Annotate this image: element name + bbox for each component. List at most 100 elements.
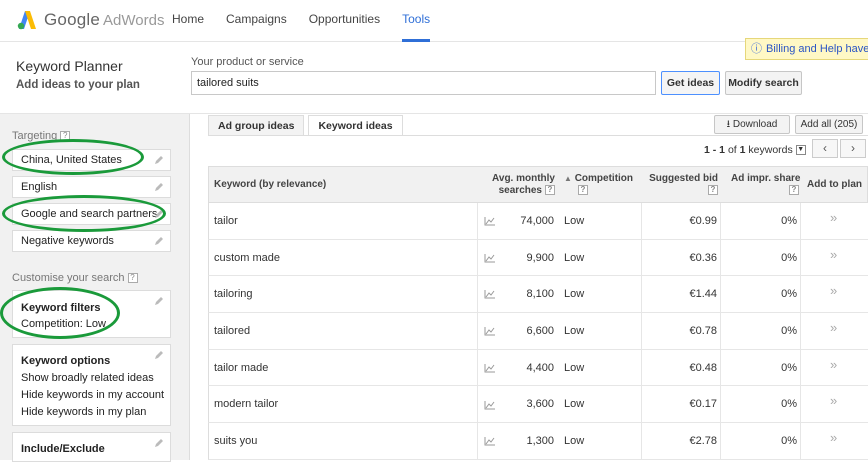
add-to-plan-icon[interactable]: » bbox=[830, 240, 837, 276]
pencil-icon[interactable] bbox=[154, 182, 164, 192]
col-competition[interactable]: ▲ Competition ? bbox=[564, 173, 633, 197]
table-row[interactable]: tailored 6,600 Low €0.78 0% » bbox=[208, 313, 868, 350]
adwords-logo[interactable]: Google AdWords bbox=[16, 8, 164, 32]
add-to-plan-icon[interactable]: » bbox=[830, 276, 837, 312]
modify-search-button[interactable]: Modify search bbox=[725, 71, 802, 95]
help-icon[interactable]: ? bbox=[708, 185, 718, 196]
page-subtitle: Add ideas to your plan bbox=[16, 79, 140, 91]
add-to-plan-icon[interactable]: » bbox=[830, 313, 837, 349]
trend-chart-icon[interactable] bbox=[484, 240, 498, 276]
targeting-language[interactable]: English bbox=[12, 176, 171, 198]
nav-tools[interactable]: Tools bbox=[402, 0, 431, 42]
bid-cell: €0.99 bbox=[689, 215, 717, 227]
column-divider bbox=[641, 203, 642, 460]
col-share-label: Ad impr. share bbox=[731, 173, 801, 184]
table-row[interactable]: tailor made 4,400 Low €0.48 0% » bbox=[208, 349, 868, 387]
get-ideas-button[interactable]: Get ideas bbox=[661, 71, 720, 95]
include-exclude-title: Include/Exclude bbox=[21, 443, 105, 455]
pencil-icon[interactable] bbox=[154, 236, 164, 246]
keyword-cell[interactable]: custom made bbox=[214, 240, 280, 276]
bid-cell: €0.36 bbox=[689, 251, 717, 264]
keyword-cell[interactable]: tailor made bbox=[214, 350, 268, 386]
tab-underline bbox=[208, 135, 868, 136]
col-competition-label: Competition bbox=[574, 173, 634, 184]
competition-cell: Low bbox=[564, 215, 585, 227]
add-to-plan-icon[interactable]: » bbox=[830, 423, 837, 459]
table-row[interactable]: modern tailor 3,600 Low €0.17 0% » bbox=[208, 386, 868, 424]
trend-chart-icon[interactable] bbox=[484, 276, 498, 312]
trend-chart-icon[interactable] bbox=[484, 386, 498, 422]
searches-cell: 1,300 bbox=[526, 435, 554, 448]
pencil-icon[interactable] bbox=[154, 438, 164, 448]
pencil-icon[interactable] bbox=[154, 350, 164, 360]
help-icon[interactable]: ? bbox=[545, 185, 555, 196]
include-exclude-panel[interactable]: Include/Exclude bbox=[12, 432, 171, 462]
col-share[interactable]: Ad impr. share ? bbox=[731, 173, 800, 197]
next-page-button[interactable]: › bbox=[840, 139, 866, 158]
targeting-network[interactable]: Google and search partners bbox=[12, 203, 171, 225]
trend-chart-icon[interactable] bbox=[484, 350, 498, 386]
column-divider bbox=[800, 203, 801, 460]
help-icon[interactable]: ? bbox=[789, 185, 799, 196]
billing-notice[interactable]: ⓘ Billing and Help have r bbox=[745, 38, 868, 60]
col-searches-line2: searches bbox=[498, 185, 542, 196]
bid-cell: €1.44 bbox=[689, 288, 717, 301]
trend-chart-icon[interactable] bbox=[484, 423, 498, 459]
help-icon[interactable]: ? bbox=[127, 273, 138, 284]
nav-home[interactable]: Home bbox=[172, 0, 204, 42]
table-row[interactable]: tailor 74,000 Low €0.99 0% » bbox=[208, 203, 868, 240]
table-row[interactable]: suits you 1,300 Low €2.78 0% » bbox=[208, 423, 868, 460]
pager-of: of bbox=[727, 144, 737, 156]
pencil-icon[interactable] bbox=[154, 209, 164, 219]
competition-cell: Low bbox=[564, 361, 585, 374]
keyword-cell[interactable]: tailoring bbox=[214, 276, 253, 312]
table-row[interactable]: custom made 9,900 Low €0.36 0% » bbox=[208, 239, 868, 277]
bid-cell: €0.78 bbox=[689, 325, 717, 338]
tab-ad-group-ideas[interactable]: Ad group ideas bbox=[208, 115, 305, 136]
nav-campaigns[interactable]: Campaigns bbox=[226, 0, 287, 42]
keyword-table: Keyword (by relevance) Avg. monthly sear… bbox=[208, 166, 868, 460]
targeting-network-label: Google and search partners bbox=[21, 208, 158, 220]
negative-keywords-label: Negative keywords bbox=[21, 235, 114, 247]
idea-tabs: Ad group ideas Keyword ideas bbox=[208, 115, 407, 136]
col-keyword[interactable]: Keyword (by relevance) bbox=[214, 179, 326, 190]
targeting-heading: Targeting? bbox=[12, 130, 71, 142]
keyword-filters-panel[interactable]: Keyword filters Competition: Low bbox=[12, 290, 171, 338]
prev-page-button[interactable]: ‹ bbox=[812, 139, 838, 158]
pencil-icon[interactable] bbox=[154, 155, 164, 165]
chevron-down-icon[interactable]: ▼ bbox=[795, 145, 806, 156]
add-to-plan-icon[interactable]: » bbox=[830, 386, 837, 422]
keyword-filters-title: Keyword filters bbox=[21, 302, 101, 314]
download-button[interactable]: ⭳ Download bbox=[714, 115, 790, 134]
targeting-negative-keywords[interactable]: Negative keywords bbox=[12, 230, 171, 252]
help-icon[interactable]: ? bbox=[60, 131, 71, 142]
competition-cell: Low bbox=[564, 251, 585, 264]
searches-cell: 9,900 bbox=[526, 251, 554, 264]
share-cell: 0% bbox=[781, 325, 797, 338]
trend-chart-icon[interactable] bbox=[484, 203, 498, 239]
info-icon: ⓘ bbox=[751, 43, 762, 55]
download-icon: ⭳ bbox=[726, 119, 731, 130]
col-searches[interactable]: Avg. monthly searches? bbox=[477, 173, 555, 197]
table-row[interactable]: tailoring 8,100 Low €1.44 0% » bbox=[208, 276, 868, 314]
sort-ascending-icon: ▲ bbox=[564, 174, 572, 183]
keyword-filters-value: Competition: Low bbox=[21, 318, 106, 330]
help-icon[interactable]: ? bbox=[578, 185, 588, 196]
trend-chart-icon[interactable] bbox=[484, 313, 498, 349]
keyword-cell[interactable]: tailored bbox=[214, 313, 250, 349]
nav-opportunities[interactable]: Opportunities bbox=[309, 0, 380, 42]
share-cell: 0% bbox=[781, 288, 797, 301]
pencil-icon[interactable] bbox=[154, 296, 164, 306]
add-all-button[interactable]: Add all (205) bbox=[795, 115, 863, 134]
product-input[interactable]: tailored suits bbox=[191, 71, 656, 95]
targeting-location[interactable]: China, United States bbox=[12, 149, 171, 171]
add-to-plan-icon[interactable]: » bbox=[830, 203, 837, 239]
share-cell: 0% bbox=[781, 398, 797, 411]
col-bid[interactable]: Suggested bid ? bbox=[634, 173, 718, 197]
keyword-cell[interactable]: modern tailor bbox=[214, 386, 278, 422]
add-to-plan-icon[interactable]: » bbox=[830, 350, 837, 386]
keyword-cell[interactable]: tailor bbox=[214, 203, 238, 239]
keyword-cell[interactable]: suits you bbox=[214, 423, 257, 459]
tab-keyword-ideas[interactable]: Keyword ideas bbox=[308, 115, 403, 136]
keyword-options-panel[interactable]: Keyword options Show broadly related ide… bbox=[12, 344, 171, 426]
